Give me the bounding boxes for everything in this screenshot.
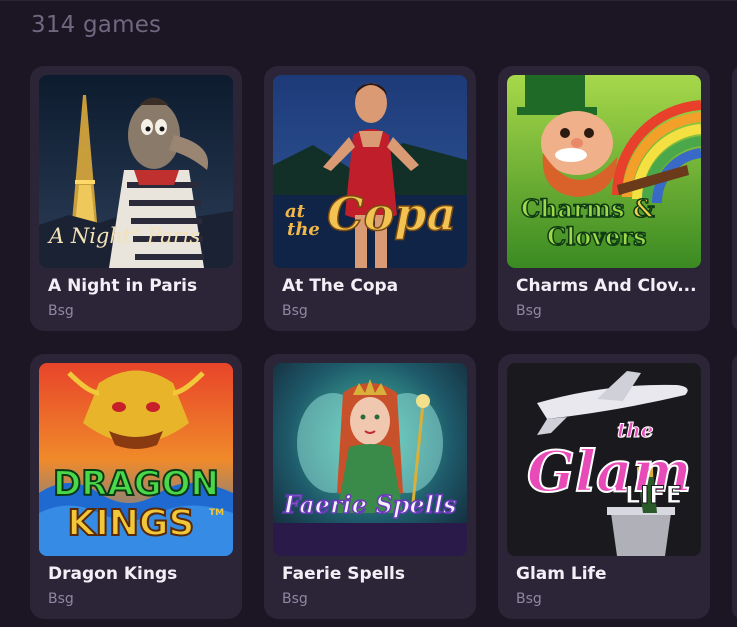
game-provider: Bsg bbox=[282, 303, 308, 319]
game-thumbnail[interactable]: DRAGON KINGS TM bbox=[39, 363, 233, 556]
game-title[interactable]: At The Copa bbox=[282, 276, 466, 296]
svg-text:Paris: Paris bbox=[146, 224, 200, 248]
game-title[interactable]: A Night in Paris bbox=[48, 276, 232, 296]
game-thumbnail[interactable]: Charms & Clovers bbox=[507, 75, 701, 268]
game-title[interactable]: Dragon Kings bbox=[48, 564, 232, 584]
game-card-dragon-kings[interactable]: DRAGON KINGS TM Dragon Kings Bsg bbox=[30, 354, 242, 619]
top-divider bbox=[0, 0, 737, 1]
game-provider: Bsg bbox=[48, 591, 74, 607]
svg-text:&: & bbox=[633, 194, 655, 223]
games-count: 314 games bbox=[31, 12, 162, 38]
game-title[interactable]: Faerie Spells bbox=[282, 564, 466, 584]
game-thumbnail[interactable]: Faerie Spells bbox=[273, 363, 467, 556]
svg-text:Clovers: Clovers bbox=[547, 222, 647, 251]
svg-text:TM: TM bbox=[209, 508, 224, 518]
logo-text: A Night bbox=[47, 224, 132, 248]
game-provider: Bsg bbox=[282, 591, 308, 607]
game-card-partial[interactable] bbox=[732, 66, 737, 331]
game-provider: Bsg bbox=[516, 303, 542, 319]
game-card-partial[interactable] bbox=[732, 354, 737, 619]
logo-text: Copa bbox=[327, 187, 456, 241]
game-thumbnail[interactable]: at the Copa bbox=[273, 75, 467, 268]
game-card-a-night-in-paris[interactable]: A Night in Paris A Night in Paris Bsg bbox=[30, 66, 242, 331]
game-thumbnail[interactable]: the Glam LIFE bbox=[507, 363, 701, 556]
game-card-charms-and-clovers[interactable]: Charms & Clovers Charms And Clov... Bsg bbox=[498, 66, 710, 331]
game-card-at-the-copa[interactable]: at the Copa At The Copa Bsg bbox=[264, 66, 476, 331]
svg-text:in: in bbox=[131, 225, 142, 238]
logo-text: DRAGON bbox=[53, 464, 219, 504]
games-page: 314 games A Night in Paris A Night in Pa… bbox=[0, 0, 737, 627]
game-title[interactable]: Charms And Clov... bbox=[516, 276, 700, 296]
svg-text:LIFE: LIFE bbox=[625, 481, 682, 509]
game-card-glam-life[interactable]: the Glam LIFE Glam Life Bsg bbox=[498, 354, 710, 619]
game-thumbnail[interactable]: A Night in Paris bbox=[39, 75, 233, 268]
game-title[interactable]: Glam Life bbox=[516, 564, 700, 584]
game-card-faerie-spells[interactable]: Faerie Spells Faerie Spells Bsg bbox=[264, 354, 476, 619]
svg-text:KINGS: KINGS bbox=[68, 503, 195, 544]
logo-text: Faerie Spells bbox=[282, 490, 457, 519]
game-provider: Bsg bbox=[516, 591, 542, 607]
svg-text:the: the bbox=[287, 219, 320, 240]
logo-text: Charms bbox=[521, 194, 625, 223]
game-provider: Bsg bbox=[48, 303, 74, 319]
